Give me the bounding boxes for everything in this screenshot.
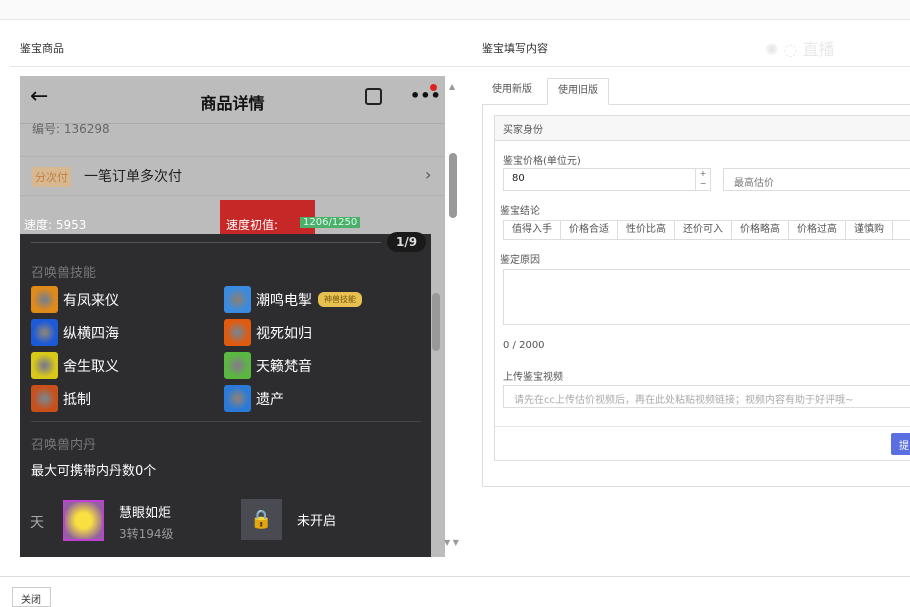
neidan-icon: [63, 500, 104, 541]
locked-label: 未开启: [297, 514, 337, 529]
conclusion-option[interactable]: 价格略高: [732, 221, 789, 239]
price-input[interactable]: 80: [503, 168, 711, 191]
conclusion-options: 值得入手 价格合适 性价比高 还价可入 价格略高 价格过高 谨慎购: [503, 220, 910, 240]
appraisal-form: 买家身份 鉴宝价格(单位元) 80 + − 最高估价 鉴宝结论 值得入手 价格合适性…: [494, 115, 910, 461]
video-link-input[interactable]: 请先在cc上传估价视频后，再在此处粘贴视频链接；视频内容有助于好评哦~: [503, 385, 910, 408]
section-title-form: 鉴宝填写内容: [482, 42, 548, 55]
notification-dot: [430, 84, 437, 91]
conclusion-option[interactable]: 性价比高: [618, 221, 675, 239]
speed-init-label: 速度初值:: [226, 218, 279, 232]
installment-row[interactable]: 分次付 一笔订单多次付 ›: [20, 156, 445, 196]
skill-name: 纵横四海: [63, 325, 119, 342]
skill-name: 遗产: [256, 391, 284, 408]
installment-tag: 分次付: [32, 167, 71, 187]
speed-init-value: 1206/1250: [300, 217, 361, 228]
neidan-tier: 天: [30, 515, 44, 531]
skill-name: 潮鸣电掣: [256, 292, 312, 309]
skill-icon: [224, 286, 251, 313]
close-button[interactable]: 关闭: [12, 587, 51, 607]
conclusion-option[interactable]: 价格过高: [789, 221, 846, 239]
divider: [10, 66, 910, 67]
skill-item[interactable]: 纵横四海: [31, 319, 119, 346]
conclusion-option[interactable]: 谨慎购: [846, 221, 893, 239]
page-indicator: 1/9: [387, 232, 427, 252]
skill-icon: [224, 319, 251, 346]
video-label: 上传鉴宝视频: [503, 372, 563, 383]
conclusion-option[interactable]: 值得入手: [504, 221, 561, 239]
tab-old-version[interactable]: 使用旧版: [547, 78, 609, 105]
buyer-identity-header: 买家身份: [495, 116, 910, 141]
price-stepper[interactable]: + −: [695, 169, 710, 190]
skill-icon: [31, 319, 58, 346]
reason-textarea[interactable]: [503, 269, 910, 325]
skill-icon: [31, 352, 58, 379]
serial-number: 编号: 136298: [32, 122, 110, 136]
skill-icon: [224, 385, 251, 412]
skill-icon: [31, 286, 58, 313]
skill-item[interactable]: 有凤来仪: [31, 286, 119, 313]
neidan-title: 召唤兽内丹: [31, 438, 97, 453]
skill-item[interactable]: 潮鸣电掣 神兽技能: [224, 286, 362, 313]
skill-icon: [224, 352, 251, 379]
skill-name: 抵制: [63, 391, 91, 408]
top-bar: [0, 0, 910, 20]
phone-header: ← 商品详情 •••: [20, 76, 445, 124]
reason-label: 鉴定原因: [500, 255, 540, 266]
skill-item[interactable]: 天籁梵音: [224, 352, 312, 379]
neidan-name: 慧眼如炬: [119, 506, 172, 521]
char-count: 0 / 2000: [503, 340, 545, 351]
watermark-logo: ✺ ◌ 直播: [765, 40, 835, 59]
tab-new-version[interactable]: 使用新版: [482, 78, 542, 104]
chevron-right-icon: ›: [425, 165, 432, 184]
skills-title: 召唤兽技能: [31, 266, 97, 281]
skill-item[interactable]: 遗产: [224, 385, 284, 412]
max-price-input[interactable]: 最高估价: [723, 168, 910, 191]
neidan-row: 天 慧眼如炬 3转194级 🔒 未开启: [20, 480, 431, 557]
preview-scrollbar[interactable]: ▲ ▼ ▼: [432, 76, 461, 557]
lock-icon: 🔒: [241, 499, 282, 540]
price-label: 鉴宝价格(单位元): [503, 156, 581, 167]
skill-name: 有凤来仪: [63, 292, 119, 309]
installment-text: 一笔订单多次付: [84, 169, 182, 185]
neidan-max: 最大可携带内丹数0个: [31, 464, 157, 479]
skill-item[interactable]: 视死如归: [224, 319, 312, 346]
skill-name: 天籁梵音: [256, 358, 312, 375]
neidan-level: 3转194级: [119, 527, 174, 541]
conclusion-label: 鉴宝结论: [500, 206, 540, 217]
section-title-goods: 鉴宝商品: [20, 42, 64, 55]
share-icon[interactable]: [365, 88, 382, 105]
skill-name: 视死如归: [256, 325, 312, 342]
speed-text: 速度: 5953: [24, 218, 87, 232]
skill-icon: [31, 385, 58, 412]
skill-item[interactable]: 舍生取义: [31, 352, 119, 379]
divine-skill-badge: 神兽技能: [318, 292, 362, 307]
skill-name: 舍生取义: [63, 358, 119, 375]
submit-button[interactable]: 提: [891, 433, 910, 455]
conclusion-option[interactable]: 还价可入: [675, 221, 732, 239]
skill-item[interactable]: 抵制: [31, 385, 91, 412]
conclusion-option[interactable]: 价格合适: [561, 221, 618, 239]
